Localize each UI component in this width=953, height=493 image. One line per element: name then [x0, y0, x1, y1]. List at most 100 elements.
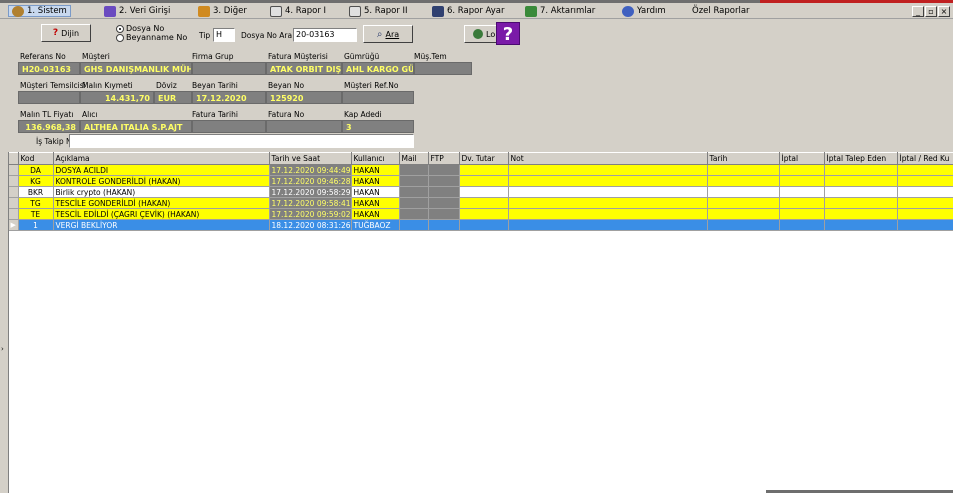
cell-iptal	[779, 164, 825, 176]
grid-column-header[interactable]: Tarih ve Saat	[269, 152, 352, 165]
radio-dosya-no[interactable]: Dosya No	[116, 24, 164, 33]
menu-item-yardim[interactable]: Yardım	[622, 5, 666, 17]
is-takip-not-input[interactable]	[69, 134, 414, 148]
menu-item-veri-girisi[interactable]: 2. Veri Girişi	[104, 5, 170, 17]
cell-dv-tutar	[459, 175, 509, 187]
cell-iptal-talep-eden	[824, 219, 898, 231]
cell-tarih: 18.12.2020 08:31:26	[269, 219, 352, 231]
label-beyan-no: Beyan No	[268, 81, 305, 90]
label-malin-tl-fiyati: Malın TL Fiyatı	[20, 110, 74, 119]
menu-label: 3. Diğer	[213, 6, 247, 16]
cell-indicator: ▶	[9, 219, 19, 231]
cell-ftp	[428, 208, 460, 220]
cell-iptal	[779, 208, 825, 220]
menu-bar: 1. Sistem 2. Veri Girişi 3. Diğer 4. Rap…	[0, 3, 953, 19]
menu-item-sistem[interactable]: 1. Sistem	[8, 5, 71, 17]
label-mus-tem: Müş.Tem	[414, 52, 447, 61]
table-row[interactable]: TG TESCİLE GONDERİLDİ (HAKAN) 17.12.2020 0…	[9, 197, 953, 209]
label-musteri-temsilcisi: Müşteri Temsilcisi	[20, 81, 86, 90]
cell-mail	[399, 164, 429, 176]
cell-kullanici: HAKAN	[351, 186, 400, 198]
grid-column-header[interactable]: Dv. Tutar	[459, 152, 509, 165]
cell-tarih: 17.12.2020 09:59:02	[269, 208, 352, 220]
menu-label: 5. Rapor II	[364, 6, 408, 16]
cell-mail	[399, 219, 429, 231]
close-button[interactable]: ×	[938, 6, 950, 17]
cell-indicator	[9, 197, 19, 209]
cell-kullanici: TUĞBAOZ	[351, 219, 400, 231]
field-malin-kiymeti: 14.431,70	[80, 91, 154, 104]
ara-label: Ara	[385, 29, 400, 39]
cell-tarih2	[707, 164, 780, 176]
menu-item-rapor-2[interactable]: 5. Rapor II	[349, 5, 408, 17]
label-fatura-musterisi: Fatura Müşterisi	[268, 52, 328, 61]
label-musteri: Müşteri	[82, 52, 110, 61]
cell-kod: TG	[18, 197, 54, 209]
cell-not	[508, 219, 708, 231]
menu-label: 2. Veri Girişi	[119, 6, 171, 16]
table-row[interactable]: KG KONTROLE GONDERİLDİ (HAKAN) 17.12.2020 …	[9, 175, 953, 187]
cell-tarih2	[707, 219, 780, 231]
cell-dv-tutar	[459, 208, 509, 220]
menu-label: 1. Sistem	[27, 6, 67, 16]
field-musteri-ref-no	[342, 91, 414, 104]
grid-column-header[interactable]: Kullanıcı	[351, 152, 400, 165]
grid-column-header[interactable]: FTP	[428, 152, 460, 165]
tip-input[interactable]: H	[213, 28, 235, 42]
radio-beyanname-no[interactable]: Beyanname No	[116, 33, 187, 42]
status-grid: Kod Açıklama Tarih ve Saat Kullanıcı Mail FTP…	[8, 152, 953, 493]
digin-button[interactable]: ? Dijin	[41, 24, 91, 42]
cell-iptal-red	[897, 197, 953, 209]
radio-dosya-label: Dosya No	[126, 24, 165, 33]
cell-kullanici: HAKAN	[351, 197, 400, 209]
table-row[interactable]: TE TESCİL EDİLDİ (ÇAGRI ÇEVİK) (HAKAN) 17.…	[9, 208, 953, 220]
cell-dv-tutar	[459, 197, 509, 209]
field-beyan-tarihi: 17.12.2020	[192, 91, 266, 104]
cell-mail	[399, 197, 429, 209]
menu-item-ozel-raporlar[interactable]: Özel Raporlar	[692, 5, 750, 17]
grid-column-header[interactable]: Tarih	[707, 152, 780, 165]
grid-column-header[interactable]: İptal Talep Eden	[824, 152, 898, 165]
cell-iptal-red	[897, 219, 953, 231]
log-icon	[473, 29, 483, 39]
minimize-button[interactable]: _	[912, 6, 924, 17]
restore-button[interactable]: ▫	[925, 6, 937, 17]
table-row[interactable]: ▶ 1 VERGİ BEKLİYOR 18.12.2020 08:31:26 TUĞBA…	[9, 219, 953, 231]
cell-dv-tutar	[459, 219, 509, 231]
menu-item-diger[interactable]: 3. Diğer	[198, 5, 247, 17]
cell-ftp	[428, 175, 460, 187]
menu-item-rapor-ayar[interactable]: 6. Rapor Ayar	[432, 5, 505, 17]
grid-column-header[interactable]: Kod	[18, 152, 54, 165]
help-question-icon[interactable]: ?	[496, 22, 520, 45]
grid-column-header[interactable]: Mail	[399, 152, 429, 165]
cell-mail	[399, 175, 429, 187]
printer-icon	[349, 5, 361, 17]
label-fatura-tarihi: Fatura Tarihi	[192, 110, 238, 119]
cell-indicator	[9, 164, 19, 176]
grid-column-header[interactable]: Açıklama	[53, 152, 270, 165]
field-beyan-no: 125920	[266, 91, 342, 104]
ara-button[interactable]: ⌕ Ara	[363, 25, 413, 43]
label-alici: Alıcı	[82, 110, 98, 119]
cell-kod: 1	[18, 219, 54, 231]
grid-column-header[interactable]: İptal / Red Ku	[897, 152, 953, 165]
label-fatura-no: Fatura No	[268, 110, 305, 119]
menu-item-rapor-1[interactable]: 4. Rapor I	[270, 5, 326, 17]
grid-column-header[interactable]: Not	[508, 152, 708, 165]
collapse-arrow-icon[interactable]: ›	[1, 345, 4, 353]
table-row[interactable]: DA DOSYA ACILDI 17.12.2020 09:44:49 HAKAN	[9, 164, 953, 176]
dosya-no-input[interactable]: 20-03163	[293, 28, 357, 42]
field-doviz: EUR	[154, 91, 192, 104]
menu-item-aktarimlar[interactable]: 7. Aktarımlar	[525, 5, 595, 17]
grid-column-header[interactable]	[9, 152, 19, 165]
digin-label: Dijin	[61, 28, 80, 38]
cell-aciklama: Birlik crypto (HAKAN)	[53, 186, 270, 198]
grid-column-header[interactable]: İptal	[779, 152, 825, 165]
radio-dot	[116, 33, 124, 42]
system-icon	[12, 5, 24, 17]
field-mus-tem	[414, 62, 472, 75]
field-alici: ALTHEA ITALIA S.P.AJT	[80, 120, 192, 133]
cell-iptal-red	[897, 186, 953, 198]
menu-label: Özel Raporlar	[692, 6, 750, 16]
table-row[interactable]: BKR Birlik crypto (HAKAN) 17.12.2020 09:58…	[9, 186, 953, 198]
